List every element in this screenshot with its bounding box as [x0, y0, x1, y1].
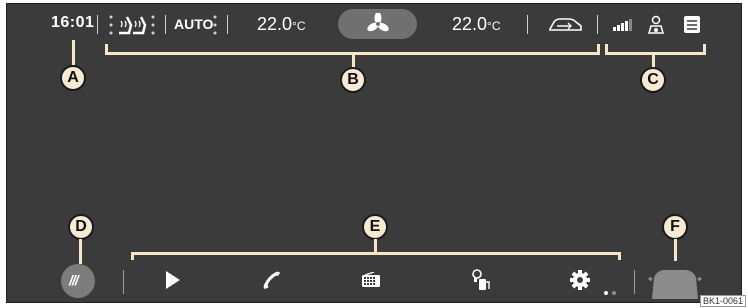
divider — [227, 15, 228, 34]
divider — [597, 15, 598, 34]
callout-a: A — [60, 65, 86, 91]
callout-f: F — [662, 214, 688, 240]
bottom-menu-bar: /// — [7, 256, 741, 302]
callout-b: B — [340, 67, 366, 93]
callout-stem-b — [352, 54, 355, 68]
callout-e: E — [362, 214, 388, 240]
callout-d: D — [68, 214, 94, 240]
vehicle-button[interactable] — [648, 266, 702, 300]
infotainment-screen: 16:01 AUTO 22.0°C 22.0°C A B C D E F /// — [6, 3, 742, 303]
divider — [634, 270, 635, 294]
status-bar: 16:01 AUTO 22.0°C 22.0°C — [7, 4, 741, 46]
radio-icon[interactable] — [361, 272, 381, 288]
menu-button[interactable]: /// — [61, 264, 95, 298]
notes-icon[interactable] — [683, 15, 701, 34]
figure-code: BK1-0061 — [699, 295, 746, 307]
phone-icon[interactable] — [261, 269, 283, 291]
climate-auto-label[interactable]: AUTO — [174, 16, 213, 32]
fan-button[interactable] — [338, 9, 417, 39]
play-icon[interactable] — [165, 270, 181, 290]
user-profile-icon[interactable] — [647, 15, 665, 35]
temp-left[interactable]: 22.0°C — [257, 14, 306, 35]
callout-c: C — [640, 67, 666, 93]
temp-right[interactable]: 22.0°C — [452, 14, 501, 35]
fuel-station-icon[interactable] — [471, 269, 491, 291]
page-dot[interactable] — [612, 291, 616, 295]
callout-stem-c — [652, 54, 655, 68]
divider — [165, 15, 166, 34]
callout-stem-e — [374, 239, 377, 253]
air-recirculation-icon[interactable] — [547, 16, 583, 34]
clock: 16:01 — [51, 14, 95, 31]
gear-icon[interactable] — [570, 270, 590, 290]
page-dot-active[interactable] — [604, 291, 608, 295]
divider — [97, 15, 98, 34]
signal-strength-icon — [613, 19, 632, 31]
menu-glyph: /// — [69, 272, 79, 288]
divider — [527, 15, 528, 34]
divider — [123, 270, 124, 294]
callout-stem-a — [72, 40, 75, 65]
fan-icon — [367, 13, 389, 32]
seat-heating-icon[interactable] — [107, 13, 157, 37]
callout-bracket-c — [605, 44, 706, 55]
level-dots-icon — [213, 15, 217, 35]
